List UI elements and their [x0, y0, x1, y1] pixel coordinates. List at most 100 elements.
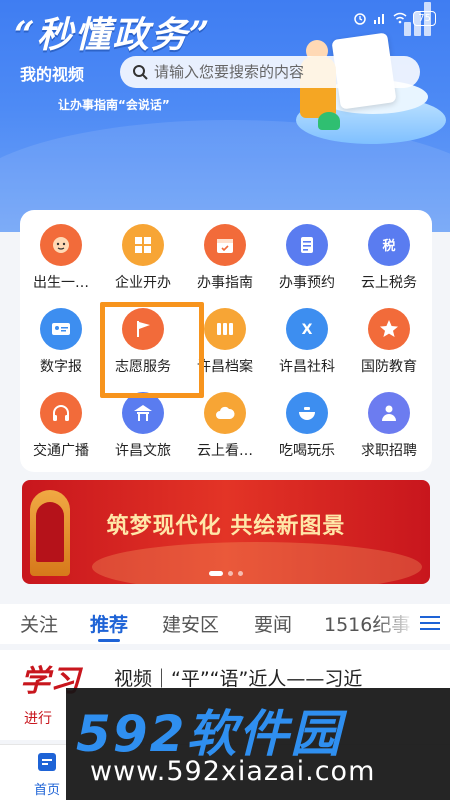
id-card-icon [52, 323, 70, 335]
signal-icon [374, 14, 385, 24]
bowl-icon [299, 407, 315, 420]
nav-home[interactable]: 首页 [22, 751, 72, 798]
search-input[interactable] [154, 63, 420, 81]
search-bar[interactable] [120, 56, 420, 88]
service-grid-card: 出生一… 企业开办 办事指南 办事预约税云上税务 数字报 志愿服务 许昌档案 X 许昌社科 国防教… [20, 210, 432, 472]
service-item[interactable]: 出生一… [20, 224, 102, 292]
service-label: 求职招聘 [361, 443, 417, 459]
hero-slogan: 让办事指南“会说话” [58, 98, 170, 112]
document-icon [301, 237, 313, 253]
menu-icon[interactable] [420, 615, 440, 631]
service-label: 许昌档案 [197, 359, 253, 375]
svg-text:税: 税 [382, 238, 395, 254]
service-item[interactable]: 数字报 [20, 308, 102, 376]
service-item[interactable]: 许昌文旅 [102, 392, 184, 460]
my-videos-link[interactable]: 我的视频 [20, 61, 84, 85]
banner-page-dot[interactable] [209, 571, 223, 576]
svg-text:X: X [302, 322, 313, 338]
service-label: 云上看… [197, 443, 253, 459]
category-tabs: 关注 推荐 建安区 要闻 1516纪事 [0, 604, 450, 644]
service-icon-tile [40, 224, 82, 266]
star-icon [380, 320, 398, 337]
banner-headline: 筑梦现代化 共绘新图景 [106, 513, 346, 539]
calendar-icon [217, 239, 233, 253]
service-label: 志愿服务 [115, 359, 171, 375]
battery-indicator: 75 [413, 10, 436, 26]
service-item[interactable]: 办事预约 [266, 224, 348, 292]
watermark-overlay: 592软件园 www.592xiazai.com [66, 688, 450, 800]
service-grid: 出生一… 企业开办 办事指南 办事预约税云上税务 数字报 志愿服务 许昌档案 X 许昌社科 国防教… [20, 224, 432, 460]
service-item[interactable]: 吃喝玩乐 [266, 392, 348, 460]
tab-jianan-district[interactable]: 建安区 [162, 610, 219, 637]
headphones-icon [53, 405, 69, 421]
search-icon [133, 65, 148, 80]
service-label: 吃喝玩乐 [279, 443, 335, 459]
person-icon [382, 405, 396, 421]
tax-icon: 税 [382, 238, 395, 254]
service-label: 许昌文旅 [115, 443, 171, 459]
status-bar: 75 [353, 8, 436, 28]
service-icon-tile [368, 392, 410, 434]
service-label: 云上税务 [361, 275, 417, 291]
banner-page-dot[interactable] [238, 571, 243, 576]
service-label: 交通广播 [33, 443, 89, 459]
nav-home-label: 首页 [33, 783, 60, 798]
service-icon-tile [40, 392, 82, 434]
service-label: 出生一… [33, 275, 89, 291]
service-icon-tile [204, 224, 246, 266]
alarm-icon [354, 13, 367, 25]
service-item[interactable]: 国防教育 [348, 308, 430, 376]
service-item[interactable]: 办事指南 [184, 224, 266, 292]
service-label: 企业开办 [115, 275, 171, 291]
service-icon-tile: X [286, 308, 328, 350]
news-title: 视频｜“平”“语”近人——习近 [114, 668, 363, 690]
banner-glow-decoration [92, 542, 422, 584]
social-science-icon: X [302, 322, 313, 338]
service-label: 许昌社科 [279, 359, 335, 375]
promo-banner[interactable]: 筑梦现代化 共绘新图景 [22, 480, 430, 584]
service-item[interactable]: 税云上税务 [348, 224, 430, 292]
service-label: 数字报 [40, 359, 82, 375]
service-item[interactable]: 许昌档案 [184, 308, 266, 376]
home-icon [38, 753, 56, 771]
tab-recommend[interactable]: 推荐 [90, 610, 128, 637]
service-item[interactable]: 企业开办 [102, 224, 184, 292]
hero-title: “秒懂政务” [14, 14, 212, 56]
hero-plant-illustration [318, 112, 340, 130]
hero-banner[interactable]: “秒懂政务” 75 我的视频 让办事指南“会说话” [0, 0, 450, 232]
watermark-url: www.592xiazai.com [90, 756, 376, 787]
service-icon-tile: 税 [368, 224, 410, 266]
search-row: 我的视频 [20, 56, 430, 88]
service-item[interactable]: X 许昌社科 [266, 308, 348, 376]
cloud-icon [216, 406, 235, 419]
service-label: 办事指南 [197, 275, 253, 291]
service-item[interactable]: 志愿服务 [102, 308, 184, 376]
pavilion-icon [134, 405, 152, 421]
service-icon-tile [122, 308, 164, 350]
service-icon-tile [286, 392, 328, 434]
service-icon-tile [122, 392, 164, 434]
flag-icon [137, 321, 150, 337]
service-icon-tile [204, 308, 246, 350]
service-item[interactable]: 云上看… [184, 392, 266, 460]
wifi-icon [393, 12, 407, 24]
service-label: 办事预约 [279, 275, 335, 291]
grid-squares-icon [135, 237, 151, 253]
banner-page-dot[interactable] [228, 571, 233, 576]
service-icon-tile [204, 392, 246, 434]
service-item[interactable]: 交通广播 [20, 392, 102, 460]
service-icon-tile [122, 224, 164, 266]
service-label: 国防教育 [361, 359, 417, 375]
archive-icon [217, 323, 233, 335]
service-item[interactable]: 求职招聘 [348, 392, 430, 460]
tab-follow[interactable]: 关注 [20, 610, 58, 637]
news-logo-subtitle: 进行 [24, 711, 52, 727]
service-icon-tile [40, 308, 82, 350]
active-tab-indicator [98, 639, 120, 642]
banner-pagination [22, 571, 430, 576]
baby-face-icon [53, 237, 69, 253]
service-icon-tile [368, 308, 410, 350]
tab-fade-overlay [376, 604, 416, 644]
tab-news[interactable]: 要闻 [254, 610, 292, 637]
service-icon-tile [286, 224, 328, 266]
